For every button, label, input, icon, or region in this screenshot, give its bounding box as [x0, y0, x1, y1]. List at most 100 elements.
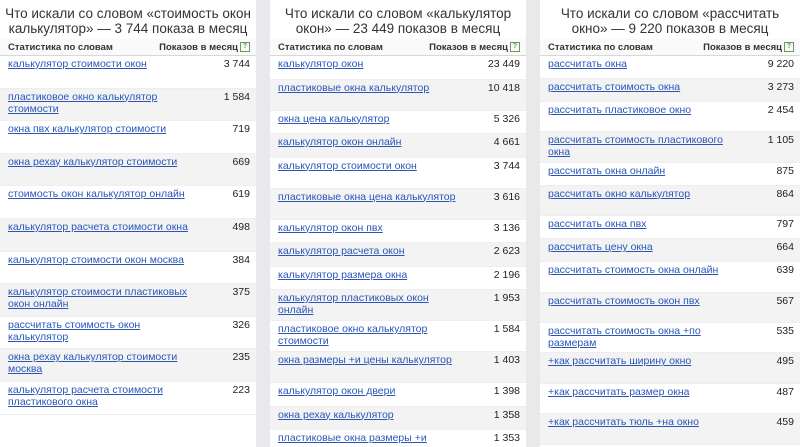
- impressions-count: 2 196: [493, 268, 520, 281]
- impressions-count: 1 398: [493, 385, 520, 397]
- stats-panel-calculate-window: Что искали со словом «рассчитать окно» —…: [540, 0, 800, 447]
- table-row: рассчитать стоимость окна +по размерам 53…: [540, 323, 800, 354]
- table-row: рассчитать окна онлайн 875: [540, 163, 800, 186]
- keyword-link[interactable]: рассчитать окна пвх: [548, 218, 646, 230]
- column-header-keywords: Статистика по словам: [548, 41, 653, 53]
- impressions-count: 326: [232, 318, 250, 331]
- keyword-link[interactable]: калькулятор расчета стоимости окна: [8, 221, 188, 233]
- keyword-table: калькулятор окон 23 449 пластиковые окна …: [270, 56, 526, 447]
- keyword-link[interactable]: калькулятор окон двери: [278, 385, 395, 397]
- impressions-count: 459: [776, 416, 794, 429]
- table-row: окна размеры +и цены калькулятор 1 403: [270, 352, 526, 383]
- panel-title: Что искали со словом «рассчитать окно» —…: [560, 6, 780, 36]
- keyword-link[interactable]: калькулятор стоимости окон: [278, 160, 417, 172]
- keyword-table: калькулятор стоимости окон 3 744 пластико…: [0, 56, 256, 415]
- impressions-count: 1 358: [493, 408, 520, 421]
- table-row: калькулятор стоимости окон 3 744: [270, 158, 526, 189]
- keyword-link[interactable]: калькулятор стоимости пластиковых окон о…: [8, 286, 190, 310]
- keyword-link[interactable]: калькулятор окон пвх: [278, 222, 383, 234]
- table-row: стоимость окон калькулятор онлайн 619: [0, 186, 256, 219]
- impressions-count: 4 661: [493, 136, 520, 148]
- keyword-link[interactable]: рассчитать стоимость окна +по размерам: [548, 325, 733, 349]
- keyword-link[interactable]: +как рассчитать ширину окно: [548, 355, 691, 367]
- keyword-link[interactable]: +как рассчитать тюль +на окно: [548, 416, 699, 428]
- impressions-count: 2 454: [767, 104, 794, 116]
- keyword-link[interactable]: пластиковые окна размеры +и калькулятор: [278, 432, 460, 447]
- keyword-link[interactable]: рассчитать стоимость пластикового окна: [548, 134, 733, 158]
- table-row: рассчитать окно калькулятор 864: [540, 185, 800, 217]
- column-header-impressions: Показов в месяц?: [429, 42, 520, 53]
- keyword-link[interactable]: пластиковое окно калькулятор стоимости: [8, 91, 190, 115]
- keyword-link[interactable]: калькулятор расчета стоимости пластиково…: [8, 384, 190, 408]
- table-row: пластиковое окно калькулятор стоимости 1 …: [0, 88, 256, 122]
- impressions-count: 639: [776, 264, 794, 277]
- keyword-link[interactable]: калькулятор окон: [278, 58, 363, 70]
- keyword-link[interactable]: калькулятор расчета окон: [278, 245, 405, 257]
- keyword-link[interactable]: калькулятор окон онлайн: [278, 136, 401, 148]
- keyword-link[interactable]: рассчитать пластиковое окно: [548, 104, 691, 116]
- keyword-link[interactable]: рассчитать стоимость окна: [548, 81, 680, 93]
- keyword-link[interactable]: окна рехау калькулятор стоимости москва: [8, 351, 190, 375]
- impressions-count: 669: [232, 155, 250, 168]
- impressions-count: 3 744: [223, 58, 250, 70]
- keyword-link[interactable]: пластиковое окно калькулятор стоимости: [278, 323, 460, 347]
- impressions-count: 498: [232, 220, 250, 233]
- table-row: окна рехау калькулятор 1 358: [270, 406, 526, 430]
- keyword-link[interactable]: окна рехау калькулятор стоимости: [8, 156, 177, 168]
- table-row: окна цена калькулятор 5 326: [270, 111, 526, 134]
- keyword-link[interactable]: пластиковые окна цена калькулятор: [278, 191, 455, 203]
- impressions-count: 375: [232, 286, 250, 299]
- table-row: калькулятор расчета стоимости окна 498: [0, 218, 256, 252]
- table-row: калькулятор стоимости окон москва 384: [0, 252, 256, 285]
- impressions-count: 223: [232, 383, 250, 396]
- impressions-count: 23 449: [487, 58, 520, 70]
- help-icon[interactable]: ?: [240, 41, 250, 52]
- keyword-link[interactable]: рассчитать стоимость окон пвх: [548, 295, 700, 307]
- keyword-link[interactable]: рассчитать окно калькулятор: [548, 188, 690, 200]
- keyword-link[interactable]: стоимость окон калькулятор онлайн: [8, 188, 185, 200]
- impressions-count: 535: [776, 324, 794, 337]
- keyword-link[interactable]: окна размеры +и цены калькулятор: [278, 354, 452, 366]
- keyword-link[interactable]: рассчитать окна: [548, 58, 627, 70]
- table-row: калькулятор окон двери 1 398: [270, 383, 526, 407]
- keyword-link[interactable]: окна рехау калькулятор: [278, 409, 394, 421]
- table-row: калькулятор расчета окон 2 623: [270, 243, 526, 267]
- keyword-link[interactable]: рассчитать стоимость окон калькулятор: [8, 319, 190, 343]
- table-row: пластиковое окно калькулятор стоимости 1 …: [270, 321, 526, 352]
- keyword-link[interactable]: рассчитать стоимость окна онлайн: [548, 264, 718, 276]
- table-row: рассчитать стоимость окна онлайн 639: [540, 262, 800, 293]
- impressions-count: 235: [232, 351, 250, 364]
- table-row: калькулятор стоимости окон 3 744: [0, 56, 256, 89]
- column-header-keywords: Статистика по словам: [278, 41, 383, 53]
- impressions-count: 797: [776, 218, 794, 231]
- table-row: рассчитать стоимость окон пвх 567: [540, 292, 800, 323]
- help-icon[interactable]: ?: [510, 41, 520, 52]
- column-header-keywords: Статистика по словам: [8, 41, 113, 53]
- stats-panel-cost-calculator: Что искали со словом «стоимость окон кал…: [0, 0, 256, 447]
- keyword-link[interactable]: рассчитать цену окна: [548, 241, 653, 253]
- column-header-impressions: Показов в месяц?: [159, 42, 250, 53]
- keyword-link[interactable]: калькулятор пластиковых окон онлайн: [278, 292, 460, 316]
- keyword-link[interactable]: +как рассчитать размер окна: [548, 386, 689, 398]
- keyword-link[interactable]: окна цена калькулятор: [278, 113, 389, 125]
- impressions-count: 1 105: [767, 134, 794, 147]
- table-row: рассчитать цену окна 664: [540, 239, 800, 263]
- impressions-count: 9 220: [767, 58, 794, 70]
- panel-title: Что искали со словом «стоимость окон кал…: [5, 6, 251, 36]
- table-row: калькулятор окон онлайн 4 661: [270, 134, 526, 158]
- impressions-count: 1 584: [493, 323, 520, 335]
- keyword-link[interactable]: пластиковые окна калькулятор: [278, 82, 429, 94]
- help-icon[interactable]: ?: [784, 41, 794, 52]
- keyword-link[interactable]: калькулятор стоимости окон: [8, 58, 147, 70]
- keyword-link[interactable]: рассчитать окна онлайн: [548, 165, 665, 177]
- table-row: рассчитать окна пвх 797: [540, 216, 800, 240]
- table-row: рассчитать стоимость пластикового окна 1 …: [540, 132, 800, 163]
- impressions-count: 487: [776, 385, 794, 398]
- table-header: Статистика по словам Показов в месяц?: [270, 39, 526, 56]
- keyword-link[interactable]: окна пвх калькулятор стоимости: [8, 123, 166, 135]
- keyword-link[interactable]: калькулятор стоимости окон москва: [8, 254, 184, 266]
- table-row: пластиковые окна цена калькулятор 3 616: [270, 188, 526, 220]
- keyword-table: рассчитать окна 9 220 рассчитать стоимост…: [540, 56, 800, 445]
- table-row: пластиковые окна калькулятор 10 418: [270, 79, 526, 111]
- keyword-link[interactable]: калькулятор размера окна: [278, 269, 407, 281]
